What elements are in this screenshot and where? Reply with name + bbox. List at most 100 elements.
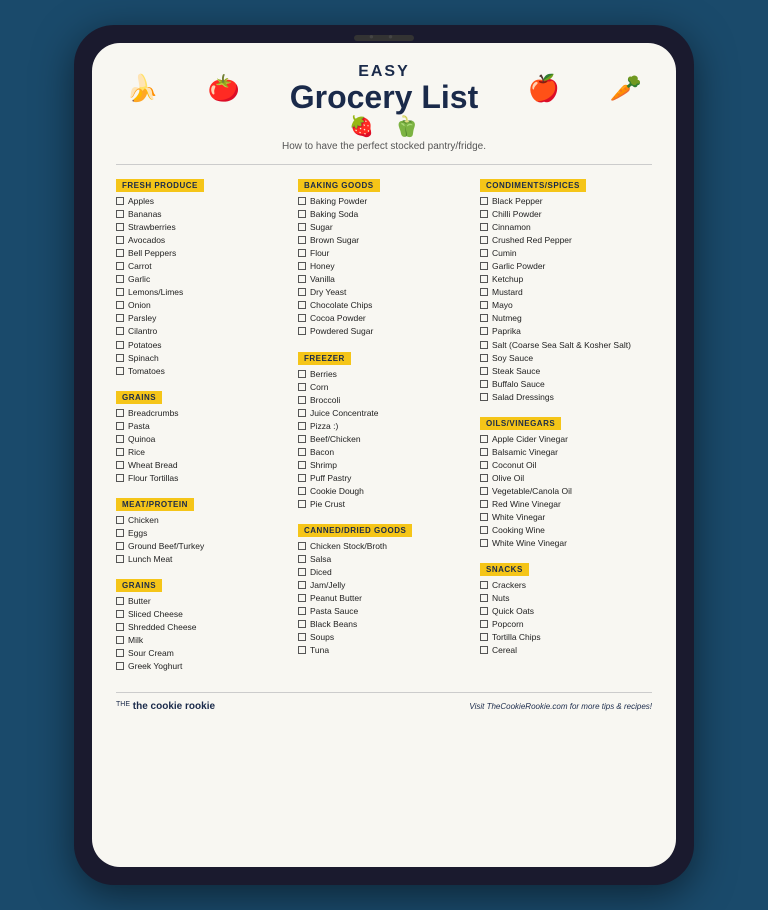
checkbox[interactable] <box>116 448 124 456</box>
checkbox[interactable] <box>116 249 124 257</box>
checkbox[interactable] <box>116 597 124 605</box>
checkbox[interactable] <box>480 500 488 508</box>
checkbox[interactable] <box>298 474 306 482</box>
checkbox[interactable] <box>298 555 306 563</box>
checkbox[interactable] <box>116 275 124 283</box>
checkbox[interactable] <box>480 513 488 521</box>
checkbox[interactable] <box>480 393 488 401</box>
checkbox[interactable] <box>116 314 124 322</box>
checkbox[interactable] <box>298 568 306 576</box>
checkbox[interactable] <box>480 367 488 375</box>
checkbox[interactable] <box>116 367 124 375</box>
checkbox[interactable] <box>116 623 124 631</box>
checkbox[interactable] <box>298 275 306 283</box>
list-item: Nutmeg <box>480 313 652 324</box>
checkbox[interactable] <box>480 448 488 456</box>
subtitle: How to have the perfect stocked pantry/f… <box>116 141 652 152</box>
checkbox[interactable] <box>480 435 488 443</box>
checkbox[interactable] <box>116 223 124 231</box>
checkbox[interactable] <box>116 409 124 417</box>
carrot-icon: 🥕 <box>610 75 642 101</box>
checkbox[interactable] <box>480 314 488 322</box>
checkbox[interactable] <box>480 633 488 641</box>
checkbox[interactable] <box>298 236 306 244</box>
checkbox[interactable] <box>480 526 488 534</box>
checkbox[interactable] <box>480 581 488 589</box>
checkbox[interactable] <box>298 646 306 654</box>
checkbox[interactable] <box>298 249 306 257</box>
checkbox[interactable] <box>298 448 306 456</box>
checkbox[interactable] <box>116 474 124 482</box>
checkbox[interactable] <box>480 487 488 495</box>
checkbox[interactable] <box>480 539 488 547</box>
checkbox[interactable] <box>116 422 124 430</box>
checkbox[interactable] <box>298 409 306 417</box>
list-item: Bacon <box>298 447 470 458</box>
list-item: Garlic <box>116 274 288 285</box>
checkbox[interactable] <box>116 435 124 443</box>
checkbox[interactable] <box>116 636 124 644</box>
checkbox[interactable] <box>480 354 488 362</box>
checkbox[interactable] <box>298 620 306 628</box>
checkbox[interactable] <box>298 314 306 322</box>
checkbox[interactable] <box>298 223 306 231</box>
checkbox[interactable] <box>116 236 124 244</box>
checkbox[interactable] <box>298 542 306 550</box>
checkbox[interactable] <box>116 354 124 362</box>
tablet-frame: 🍌 🍅 EASY Grocery List 🍎 🥕 🍓 🫑 How to hav… <box>74 25 694 885</box>
page-header: 🍌 🍅 EASY Grocery List 🍎 🥕 🍓 🫑 How to hav… <box>116 63 652 152</box>
checkbox[interactable] <box>480 262 488 270</box>
checkbox[interactable] <box>298 197 306 205</box>
checkbox[interactable] <box>298 210 306 218</box>
checkbox[interactable] <box>298 487 306 495</box>
checkbox[interactable] <box>480 275 488 283</box>
checkbox[interactable] <box>480 249 488 257</box>
checkbox[interactable] <box>480 197 488 205</box>
checkbox[interactable] <box>116 529 124 537</box>
checkbox[interactable] <box>298 396 306 404</box>
checkbox[interactable] <box>298 500 306 508</box>
checkbox[interactable] <box>298 262 306 270</box>
checkbox[interactable] <box>480 341 488 349</box>
checkbox[interactable] <box>480 380 488 388</box>
checkbox[interactable] <box>480 301 488 309</box>
checkbox[interactable] <box>480 620 488 628</box>
checkbox[interactable] <box>116 341 124 349</box>
checkbox[interactable] <box>298 594 306 602</box>
checkbox[interactable] <box>116 610 124 618</box>
checkbox[interactable] <box>298 370 306 378</box>
checkbox[interactable] <box>116 288 124 296</box>
checkbox[interactable] <box>480 236 488 244</box>
checkbox[interactable] <box>480 223 488 231</box>
checkbox[interactable] <box>480 594 488 602</box>
checkbox[interactable] <box>116 197 124 205</box>
checkbox[interactable] <box>480 474 488 482</box>
checkbox[interactable] <box>480 607 488 615</box>
checkbox[interactable] <box>480 210 488 218</box>
checkbox[interactable] <box>298 422 306 430</box>
checkbox[interactable] <box>298 633 306 641</box>
checkbox[interactable] <box>298 327 306 335</box>
checkbox[interactable] <box>298 581 306 589</box>
checkbox[interactable] <box>116 662 124 670</box>
checkbox[interactable] <box>298 383 306 391</box>
checkbox[interactable] <box>480 646 488 654</box>
checkbox[interactable] <box>480 461 488 469</box>
checkbox[interactable] <box>116 516 124 524</box>
checkbox[interactable] <box>116 262 124 270</box>
checkbox[interactable] <box>116 649 124 657</box>
checkbox[interactable] <box>116 555 124 563</box>
checkbox[interactable] <box>480 288 488 296</box>
list-item: Tortilla Chips <box>480 632 652 643</box>
checkbox[interactable] <box>298 435 306 443</box>
checkbox[interactable] <box>116 301 124 309</box>
checkbox[interactable] <box>116 210 124 218</box>
checkbox[interactable] <box>116 327 124 335</box>
checkbox[interactable] <box>298 288 306 296</box>
checkbox[interactable] <box>480 327 488 335</box>
checkbox[interactable] <box>298 461 306 469</box>
checkbox[interactable] <box>116 461 124 469</box>
checkbox[interactable] <box>298 607 306 615</box>
checkbox[interactable] <box>298 301 306 309</box>
checkbox[interactable] <box>116 542 124 550</box>
